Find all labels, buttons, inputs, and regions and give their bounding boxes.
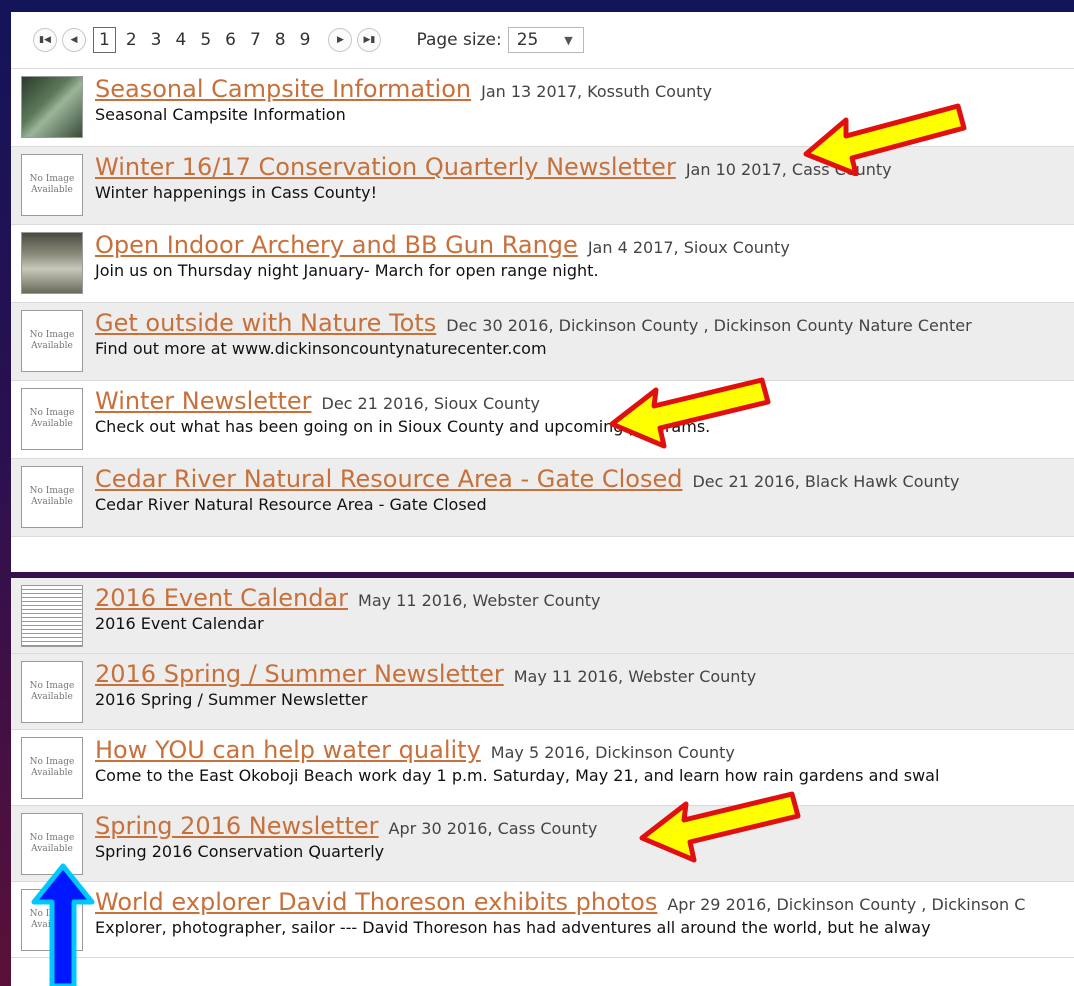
item-description: Seasonal Campsite Information [95, 105, 346, 124]
item-description: Spring 2016 Conservation Quarterly [95, 842, 385, 861]
item-title-link[interactable]: 2016 Spring / Summer Newsletter [95, 660, 504, 688]
next-page-button[interactable]: ▶ [328, 28, 353, 52]
item-thumbnail[interactable] [21, 585, 83, 647]
item-meta: May 11 2016, Webster County [358, 591, 601, 610]
page-size-select[interactable]: 25 ▼ [507, 27, 584, 53]
page-link-2[interactable]: 2 [122, 28, 141, 52]
no-image-placeholder: No ImageAvailable [29, 757, 75, 778]
last-page-icon: ▶▮ [363, 35, 376, 45]
item-meta: Apr 30 2016, Cass County [388, 819, 598, 838]
item-description: 2016 Event Calendar [95, 614, 264, 633]
item-description: Come to the East Okoboji Beach work day … [95, 766, 940, 785]
first-page-icon: ▮◀ [39, 35, 51, 45]
list-item: No Image Available Get outside with Natur… [11, 303, 1074, 381]
blue-up-arrow-icon [31, 863, 95, 986]
item-thumbnail[interactable]: No ImageAvailable [21, 310, 83, 372]
item-title-link[interactable]: Winter 16/17 Conservation Quarterly News… [95, 153, 676, 181]
item-description: Cedar River Natural Resource Area - Gate… [95, 495, 487, 514]
first-page-button[interactable]: ▮◀ [33, 28, 57, 52]
page-link-4[interactable]: 4 [171, 28, 190, 52]
prev-page-button[interactable]: ◀ [62, 28, 86, 52]
item-meta: Jan 13 2017, Kossuth County [481, 82, 712, 101]
no-image-placeholder: No ImageAvailable [29, 408, 75, 429]
no-image-placeholder: No ImageAvailable [29, 330, 75, 351]
item-meta: Jan 4 2017, Sioux County [587, 238, 790, 257]
item-title-link[interactable]: Spring 2016 Newsletter [95, 812, 379, 840]
item-description: Join us on Thursday night January- March… [95, 261, 599, 280]
list-item: No Image Available Winter Newsletter Dec … [11, 381, 1074, 459]
list-item: No Image Available Cedar River Natural Re… [11, 459, 1074, 537]
item-description: Find out more at www.dickinsoncountynatu… [95, 339, 547, 358]
no-image-placeholder: No ImageAvailable [29, 174, 75, 195]
page-numbers: 1 2 3 4 5 6 7 8 9 [93, 27, 320, 53]
list-item: No Image Available 2016 Spring / Summer N… [11, 654, 1074, 730]
item-title-link[interactable]: How YOU can help water quality [95, 736, 481, 764]
item-title-link[interactable]: 2016 Event Calendar [95, 584, 348, 612]
item-meta: Dec 21 2016, Black Hawk County [692, 472, 960, 491]
page-link-7[interactable]: 7 [246, 28, 265, 52]
list-item: No Image Available Spring 2016 Newsletter… [11, 806, 1074, 882]
item-meta: Dec 30 2016, Dickinson County , Dickinso… [446, 316, 972, 335]
next-page-icon: ▶ [336, 35, 344, 45]
item-thumbnail[interactable]: No ImageAvailable [21, 661, 83, 723]
page-link-9[interactable]: 9 [296, 28, 315, 52]
item-description: Explorer, photographer, sailor --- David… [95, 918, 931, 937]
list-item: No Image Available How YOU can help water… [11, 730, 1074, 806]
page-link-5[interactable]: 5 [196, 28, 215, 52]
item-thumbnail[interactable]: No ImageAvailable [21, 737, 83, 799]
item-thumbnail[interactable] [21, 232, 83, 294]
item-title-link[interactable]: Open Indoor Archery and BB Gun Range [95, 231, 578, 259]
page-size-label: Page size: [416, 30, 502, 50]
list-item: Open Indoor Archery and BB Gun Range Jan… [11, 225, 1074, 303]
item-title-link[interactable]: Winter Newsletter [95, 387, 312, 415]
page-link-8[interactable]: 8 [271, 28, 290, 52]
item-thumbnail[interactable]: No ImageAvailable [21, 466, 83, 528]
item-title-link[interactable]: Seasonal Campsite Information [95, 75, 471, 103]
item-thumbnail[interactable]: No ImageAvailable [21, 388, 83, 450]
item-thumbnail[interactable] [21, 76, 83, 138]
item-meta: Dec 21 2016, Sioux County [321, 394, 540, 413]
list-item: 2016 Event Calendar May 11 2016, Webster… [11, 578, 1074, 654]
item-title-link[interactable]: Get outside with Nature Tots [95, 309, 436, 337]
pager: ▮◀ ◀ 1 2 3 4 5 6 7 8 9 ▶ ▶▮ Page size: 2… [11, 12, 1074, 69]
page-size-value: 25 [516, 30, 539, 50]
page-link-1[interactable]: 1 [93, 27, 116, 53]
annotation-arrow-icon [639, 791, 801, 863]
page-link-6[interactable]: 6 [221, 28, 240, 52]
page-link-3[interactable]: 3 [147, 28, 166, 52]
last-page-button[interactable]: ▶▮ [357, 28, 382, 52]
list-item: No ImageAvailable World explorer David T… [11, 882, 1074, 958]
item-meta: Apr 29 2016, Dickinson County , Dickinso… [667, 895, 1026, 914]
item-title-link[interactable]: Cedar River Natural Resource Area - Gate… [95, 465, 682, 493]
no-image-placeholder: No ImageAvailable [29, 486, 75, 507]
item-thumbnail[interactable]: No ImageAvailable [21, 154, 83, 216]
item-meta: May 5 2016, Dickinson County [490, 743, 735, 762]
annotation-arrow-icon [803, 103, 967, 176]
annotation-arrow-icon [609, 377, 771, 449]
item-description: Winter happenings in Cass County! [95, 183, 378, 202]
prev-page-icon: ◀ [70, 35, 78, 45]
no-image-placeholder: No ImageAvailable [29, 833, 75, 854]
results-panel-bottom: 2016 Event Calendar May 11 2016, Webster… [11, 578, 1074, 986]
no-image-placeholder: No ImageAvailable [29, 681, 75, 702]
chevron-down-icon: ▼ [564, 33, 573, 47]
item-title-link[interactable]: World explorer David Thoreson exhibits p… [95, 888, 657, 916]
item-description: 2016 Spring / Summer Newsletter [95, 690, 368, 709]
item-meta: May 11 2016, Webster County [513, 667, 757, 686]
